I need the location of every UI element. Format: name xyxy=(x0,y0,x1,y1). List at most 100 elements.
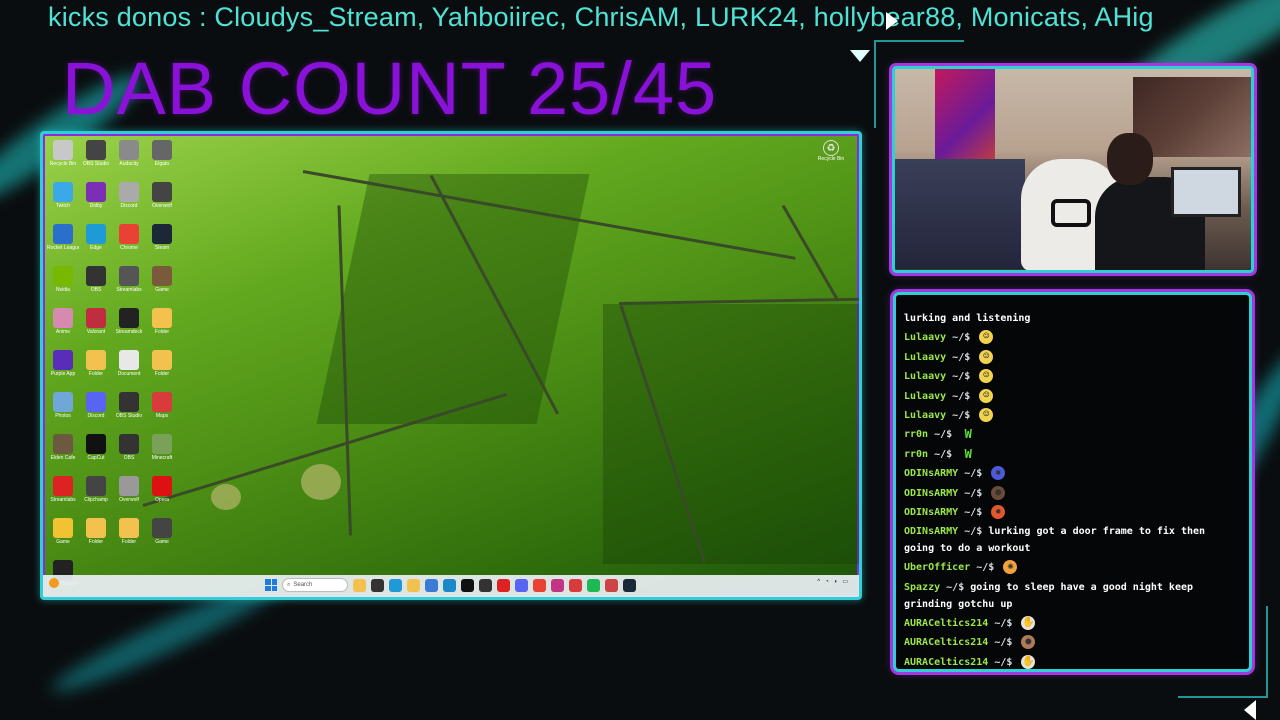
desktop-shortcut[interactable]: Opera xyxy=(146,476,178,518)
chat-prompt: ~/$ xyxy=(952,410,977,422)
desktop-shortcut[interactable]: Nvidia xyxy=(47,266,79,308)
desktop-shortcut[interactable]: Purple App xyxy=(47,350,79,392)
taskbar-search[interactable]: ⌕ Search xyxy=(282,578,348,592)
chat-username[interactable]: ODINsARMY xyxy=(904,468,964,479)
desktop-shortcut[interactable]: OBS xyxy=(80,266,112,308)
desktop-shortcut[interactable]: Game xyxy=(146,266,178,308)
desktop-shortcut[interactable]: Discord xyxy=(80,392,112,434)
network-icon[interactable]: ◔ xyxy=(825,579,829,585)
desktop-shortcut[interactable]: Twitch xyxy=(47,182,79,224)
volume-icon[interactable]: ◖ xyxy=(834,579,838,585)
weather-widget[interactable] xyxy=(49,578,59,588)
chat-username[interactable]: AURACeltics214 xyxy=(904,657,994,668)
start-button[interactable] xyxy=(265,579,277,591)
desktop-shortcut-label: Audacity xyxy=(119,161,139,167)
chat-username[interactable]: Lulaavy xyxy=(904,371,952,382)
blue-emote-icon: ▪ xyxy=(991,466,1006,481)
desktop-shortcut[interactable]: Elden Cafe xyxy=(47,434,79,476)
chat-username[interactable]: rr0n xyxy=(904,429,934,440)
chat-message: AURACeltics214 ~/$ ● xyxy=(904,633,1241,652)
spotify-taskbar-icon[interactable] xyxy=(587,578,600,592)
desktop-shortcut[interactable]: Rocket League xyxy=(47,224,79,266)
chat-username[interactable]: Lulaavy xyxy=(904,352,952,363)
chat-username[interactable]: AURACeltics214 xyxy=(904,637,994,648)
desktop-shortcut[interactable]: OBS xyxy=(113,434,145,476)
chat-prompt: ~/$ xyxy=(952,390,977,402)
desktop-shortcut[interactable]: Folder xyxy=(146,350,178,392)
task-view-icon[interactable] xyxy=(371,578,384,592)
desktop-shortcut[interactable]: Folder xyxy=(146,308,178,350)
desktop-shortcut[interactable]: Overwolf xyxy=(113,476,145,518)
desktop-shortcut[interactable]: Valorant xyxy=(80,308,112,350)
desktop-shortcut[interactable]: Folder xyxy=(113,518,145,560)
desktop-shortcut[interactable]: Elgato xyxy=(146,140,178,182)
desktop-shortcut[interactable]: CapCut xyxy=(80,434,112,476)
chat-username[interactable]: ODINsARMY xyxy=(904,507,964,518)
obs-taskbar-icon[interactable] xyxy=(461,578,474,592)
desktop-shortcut[interactable]: Streamlabs xyxy=(47,476,79,518)
desktop-shortcut-label: Dolby xyxy=(89,203,103,209)
windows-taskbar: ⌕ Search ^ ◔ ◖ ▭ xyxy=(43,575,859,597)
maps-taskbar-icon[interactable] xyxy=(569,578,582,592)
app-icon xyxy=(86,434,106,454)
desktop-shortcut-label: Discord xyxy=(120,203,138,209)
desktop-shortcut[interactable]: OBS Studio xyxy=(113,392,145,434)
desktop-shortcut[interactable]: Edge xyxy=(80,224,112,266)
desktop-shortcut[interactable]: Overwolf xyxy=(146,182,178,224)
chat-username[interactable]: ODINsARMY xyxy=(904,526,964,537)
app-icon xyxy=(119,266,139,286)
folder-icon xyxy=(152,308,172,328)
desktop-shortcut[interactable]: Game xyxy=(146,518,178,560)
chevron-up-icon[interactable]: ^ xyxy=(817,579,820,585)
chat-message: ODINsARMY ~/$ ▪ xyxy=(904,464,1241,483)
steam-taskbar-icon[interactable] xyxy=(623,578,636,592)
desktop-shortcut[interactable]: Audacity xyxy=(113,140,145,182)
discord-taskbar-icon[interactable] xyxy=(515,578,528,592)
chat-username[interactable]: AURACeltics214 xyxy=(904,618,994,629)
mail-icon[interactable] xyxy=(425,578,438,592)
desktop-shortcut[interactable]: Streamlabs xyxy=(113,266,145,308)
desktop-shortcut[interactable]: Folder xyxy=(80,518,112,560)
chat-username[interactable]: rr0n xyxy=(904,449,934,460)
recycle-bin-shortcut[interactable]: ♻ Recycle Bin xyxy=(813,140,849,162)
folder-icon[interactable] xyxy=(407,578,420,592)
desktop-shortcut[interactable]: Minecraft xyxy=(146,434,178,476)
desktop-shortcut[interactable]: Document xyxy=(113,350,145,392)
desktop-shortcut[interactable]: Dolby xyxy=(80,182,112,224)
app-taskbar-icon[interactable] xyxy=(605,578,618,592)
battery-icon[interactable]: ▭ xyxy=(842,578,848,585)
chat-username[interactable]: UberOfficer xyxy=(904,562,976,573)
app-icon xyxy=(53,392,73,412)
chat-username[interactable]: Lulaavy xyxy=(904,391,952,402)
folder-icon xyxy=(86,350,106,370)
desktop-shortcut[interactable]: Chrome xyxy=(113,224,145,266)
desktop-shortcut[interactable]: Folder xyxy=(80,350,112,392)
desktop-shortcut-label: Nvidia xyxy=(56,287,70,293)
app-taskbar-icon[interactable] xyxy=(479,578,492,592)
app-icon xyxy=(53,518,73,538)
desktop-shortcut[interactable]: Maps xyxy=(146,392,178,434)
desktop-shortcut[interactable]: Discord xyxy=(113,182,145,224)
desktop-shortcut[interactable]: OBS Studio xyxy=(80,140,112,182)
chat-username[interactable]: Lulaavy xyxy=(904,332,952,343)
desktop-shortcut[interactable]: Steam xyxy=(146,224,178,266)
app-taskbar-icon[interactable] xyxy=(497,578,510,592)
desktop-shortcut-label: Streamlabs xyxy=(116,287,142,293)
store-icon[interactable] xyxy=(443,578,456,592)
desktop-shortcut[interactable]: Photos xyxy=(47,392,79,434)
edge-icon[interactable] xyxy=(389,578,402,592)
instagram-taskbar-icon[interactable] xyxy=(551,578,564,592)
desktop-shortcut[interactable]: Recycle Bin xyxy=(47,140,79,182)
chrome-taskbar-icon[interactable] xyxy=(533,578,546,592)
chat-username[interactable]: ODINsARMY xyxy=(904,488,964,499)
sun-icon xyxy=(49,578,59,588)
chat-username[interactable]: Spazzy xyxy=(904,582,946,593)
chat-username[interactable]: Lulaavy xyxy=(904,410,952,421)
desktop-shortcut[interactable]: Game xyxy=(47,518,79,560)
desktop-shortcut[interactable]: Streamdeck xyxy=(113,308,145,350)
chat-prompt: ~/$ xyxy=(934,429,959,441)
desktop-shortcut-label: Recycle Bin xyxy=(49,161,77,167)
desktop-shortcut[interactable]: Clipchamp xyxy=(80,476,112,518)
desktop-shortcut[interactable]: Anime xyxy=(47,308,79,350)
file-explorer-icon[interactable] xyxy=(353,578,366,592)
